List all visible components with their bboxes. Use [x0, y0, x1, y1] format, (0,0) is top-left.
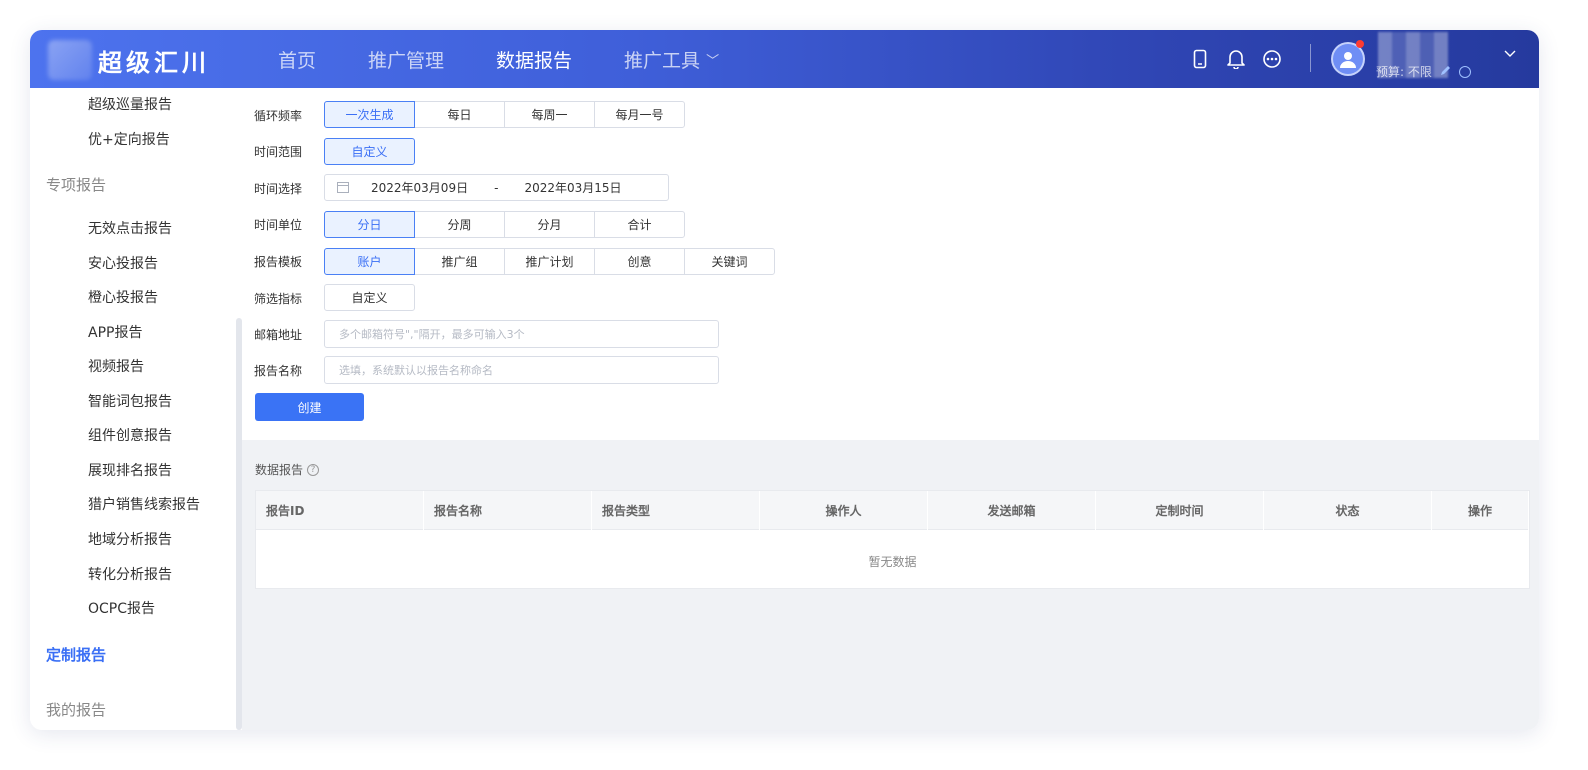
main-nav: 首页 推广管理 数据报告 推广工具 ﹀ — [278, 30, 771, 88]
sidebar-item-custom-report[interactable]: 定制报告 — [46, 644, 106, 665]
help-icon[interactable]: ? — [307, 463, 320, 476]
phone-icon[interactable] — [1188, 47, 1212, 71]
frequency-selector: 一次生成 每日 每周一 每月一号 — [324, 101, 685, 128]
header-divider — [1310, 44, 1311, 72]
edit-icon[interactable] — [1440, 65, 1451, 79]
time-range-option-custom[interactable]: 自定义 — [324, 138, 415, 165]
time-range-label: 时间范围 — [254, 145, 303, 159]
frequency-option-daily[interactable]: 每日 — [414, 101, 505, 128]
sidebar-item-video[interactable]: 视频报告 — [88, 356, 144, 376]
column-custom-time: 定制时间 — [1096, 491, 1264, 530]
column-report-type: 报告类型 — [592, 491, 760, 530]
empty-state-text: 暂无数据 — [868, 555, 917, 569]
nav-promotion-tools[interactable]: 推广工具 ﹀ — [624, 46, 719, 73]
filter-label: 筛选指标 — [254, 292, 303, 306]
sidebar-item-invalid-click[interactable]: 无效点击报告 — [88, 218, 172, 238]
sidebar-group-special-reports[interactable]: 专项报告 — [46, 174, 106, 195]
time-unit-option-total[interactable]: 合计 — [594, 211, 685, 238]
clock-icon[interactable] — [1458, 65, 1471, 78]
header-icons — [1188, 47, 1296, 71]
calendar-icon — [337, 182, 349, 193]
sidebar-item-component-creative[interactable]: 组件创意报告 — [88, 425, 172, 445]
sidebar-item-ocpc[interactable]: OCPC报告 — [88, 598, 155, 618]
column-status: 状态 — [1264, 491, 1432, 530]
budget-text: 预算: 不限 — [1376, 65, 1432, 79]
sidebar-item-region[interactable]: 地域分析报告 — [88, 529, 172, 549]
sidebar-item-anxin[interactable]: 安心投报告 — [88, 253, 158, 273]
table-header: 报告ID 报告名称 报告类型 操作人 发送邮箱 定制时间 状态 操作 — [256, 491, 1529, 530]
sidebar-item-conversion[interactable]: 转化分析报告 — [88, 564, 172, 584]
chevron-down-icon: ﹀ — [706, 53, 720, 69]
logo-mark — [48, 40, 92, 80]
email-input[interactable] — [324, 320, 719, 348]
time-unit-option-week[interactable]: 分周 — [414, 211, 505, 238]
sidebar: 超级巡量报告 优+定向报告 专项报告 无效点击报告 安心投报告 橙心投报告 AP… — [30, 88, 236, 730]
column-actions: 操作 — [1432, 491, 1529, 530]
column-operator: 操作人 — [760, 491, 928, 530]
report-table: 报告ID 报告名称 报告类型 操作人 发送邮箱 定制时间 状态 操作 暂无数据 — [255, 490, 1530, 589]
nav-data-report[interactable]: 数据报告 — [496, 46, 572, 73]
user-menu-chevron-icon[interactable] — [1504, 46, 1516, 62]
date-separator: - — [494, 180, 499, 195]
column-report-name: 报告名称 — [424, 491, 592, 530]
date-end[interactable]: 2022年03月15日 — [524, 179, 621, 196]
template-label: 报告模板 — [254, 255, 303, 269]
notification-dot — [1356, 40, 1364, 48]
main-content: 循环频率 一次生成 每日 每周一 每月一号 时间范围 自定义 时间选择 2022… — [242, 88, 1539, 730]
filter-selector: 自定义 — [324, 284, 415, 311]
sidebar-group-my-reports[interactable]: 我的报告 — [46, 699, 106, 720]
sidebar-item-targeting-report[interactable]: 优+定向报告 — [88, 129, 170, 149]
email-label: 邮箱地址 — [254, 328, 303, 342]
top-navigation-bar: 超级汇川 首页 推广管理 数据报告 推广工具 ﹀ 预算: 不限 — [30, 30, 1539, 88]
sidebar-item-chengxin[interactable]: 橙心投报告 — [88, 287, 158, 307]
column-email: 发送邮箱 — [928, 491, 1096, 530]
date-start[interactable]: 2022年03月09日 — [371, 179, 468, 196]
frequency-label: 循环频率 — [254, 109, 303, 123]
time-unit-label: 时间单位 — [254, 218, 303, 232]
bell-icon[interactable] — [1224, 47, 1248, 71]
sidebar-item-leads[interactable]: 猎户销售线索报告 — [88, 494, 200, 514]
template-option-keyword[interactable]: 关键词 — [684, 248, 775, 275]
report-name-input[interactable] — [324, 356, 719, 384]
frequency-option-once[interactable]: 一次生成 — [324, 101, 415, 128]
sidebar-item-app[interactable]: APP报告 — [88, 322, 142, 342]
create-button[interactable]: 创建 — [255, 393, 364, 421]
filter-option-custom[interactable]: 自定义 — [324, 284, 415, 311]
time-range-selector: 自定义 — [324, 138, 415, 165]
time-select-label: 时间选择 — [254, 182, 303, 196]
column-report-id: 报告ID — [256, 491, 424, 530]
nav-home[interactable]: 首页 — [278, 46, 316, 73]
time-unit-selector: 分日 分周 分月 合计 — [324, 211, 685, 238]
app-window: 超级汇川 首页 推广管理 数据报告 推广工具 ﹀ 预算: 不限 超级巡量报告 优… — [30, 30, 1539, 730]
template-selector: 账户 推广组 推广计划 创意 关键词 — [324, 248, 775, 275]
app-logo-text[interactable]: 超级汇川 — [98, 43, 210, 78]
template-option-creative[interactable]: 创意 — [594, 248, 685, 275]
report-list-title-text: 数据报告 — [255, 463, 304, 477]
budget-info: 预算: 不限 — [1376, 63, 1471, 80]
frequency-option-monday[interactable]: 每周一 — [504, 101, 595, 128]
date-range-picker[interactable]: 2022年03月09日 - 2022年03月15日 — [324, 174, 669, 201]
report-list-title: 数据报告 ? — [255, 461, 320, 478]
sidebar-item-ranking[interactable]: 展现排名报告 — [88, 460, 172, 480]
report-form: 循环频率 一次生成 每日 每周一 每月一号 时间范围 自定义 时间选择 2022… — [242, 88, 1539, 440]
report-name-label: 报告名称 — [254, 364, 303, 378]
time-unit-option-month[interactable]: 分月 — [504, 211, 595, 238]
time-unit-option-day[interactable]: 分日 — [324, 211, 415, 238]
sidebar-item-smart-wordpack[interactable]: 智能词包报告 — [88, 391, 172, 411]
template-option-plan[interactable]: 推广计划 — [504, 248, 595, 275]
template-option-account[interactable]: 账户 — [324, 248, 415, 275]
template-option-group[interactable]: 推广组 — [414, 248, 505, 275]
sidebar-item-super-traffic-report[interactable]: 超级巡量报告 — [88, 94, 172, 114]
nav-promotion-management[interactable]: 推广管理 — [368, 46, 444, 73]
more-icon[interactable] — [1260, 47, 1284, 71]
frequency-option-monthly[interactable]: 每月一号 — [594, 101, 685, 128]
